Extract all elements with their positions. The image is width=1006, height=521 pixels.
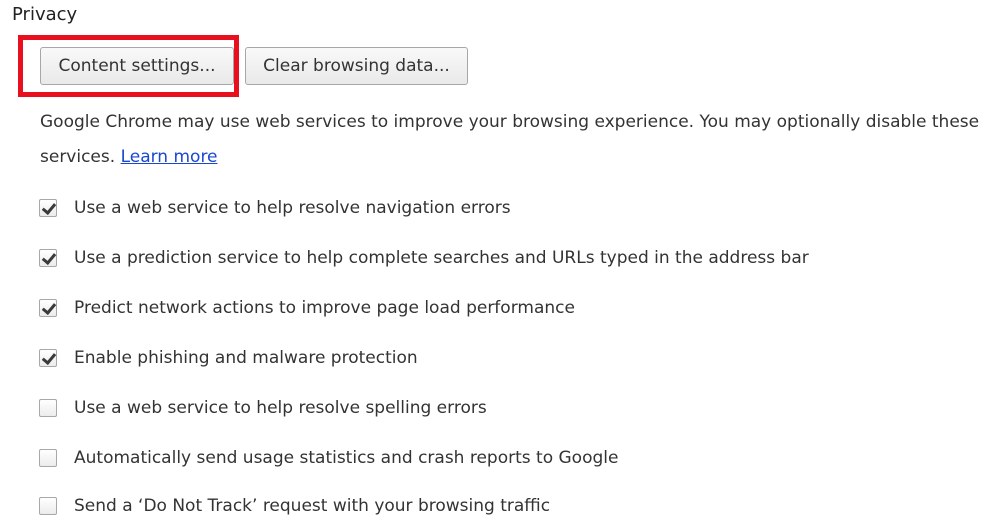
learn-more-link[interactable]: Learn more [121, 147, 218, 167]
checkbox[interactable] [39, 449, 57, 467]
clear-browsing-data-button[interactable]: Clear browsing data... [245, 47, 468, 85]
option-label: Send a ‘Do Not Track’ request with your … [74, 496, 551, 516]
option-label: Use a web service to help resolve naviga… [74, 198, 511, 218]
checkbox[interactable] [39, 497, 57, 515]
checkbox[interactable] [39, 399, 57, 417]
option-spelling-errors[interactable]: Use a web service to help resolve spelli… [39, 396, 487, 420]
option-do-not-track[interactable]: Send a ‘Do Not Track’ request with your … [39, 494, 550, 518]
description-text: services. [40, 147, 116, 167]
option-label: Use a prediction service to help complet… [74, 248, 809, 268]
checkbox[interactable] [39, 249, 57, 267]
highlight-annotation [18, 35, 239, 97]
option-label: Predict network actions to improve page … [74, 298, 575, 318]
description-text: Google Chrome may use web services to im… [40, 112, 980, 132]
option-navigation-errors[interactable]: Use a web service to help resolve naviga… [39, 196, 511, 220]
checkbox[interactable] [39, 199, 57, 217]
option-phishing-protection[interactable]: Enable phishing and malware protection [39, 346, 418, 370]
option-label: Enable phishing and malware protection [74, 348, 418, 368]
option-predict-network[interactable]: Predict network actions to improve page … [39, 296, 575, 320]
section-title: Privacy [12, 4, 78, 25]
checkbox[interactable] [39, 349, 57, 367]
checkbox[interactable] [39, 299, 57, 317]
description-line2: services. Learn more [40, 140, 1006, 175]
option-prediction-service[interactable]: Use a prediction service to help complet… [39, 246, 809, 270]
option-label: Use a web service to help resolve spelli… [74, 398, 487, 418]
option-usage-statistics[interactable]: Automatically send usage statistics and … [39, 446, 618, 470]
option-label: Automatically send usage statistics and … [74, 448, 619, 468]
privacy-description: Google Chrome may use web services to im… [40, 105, 1006, 175]
